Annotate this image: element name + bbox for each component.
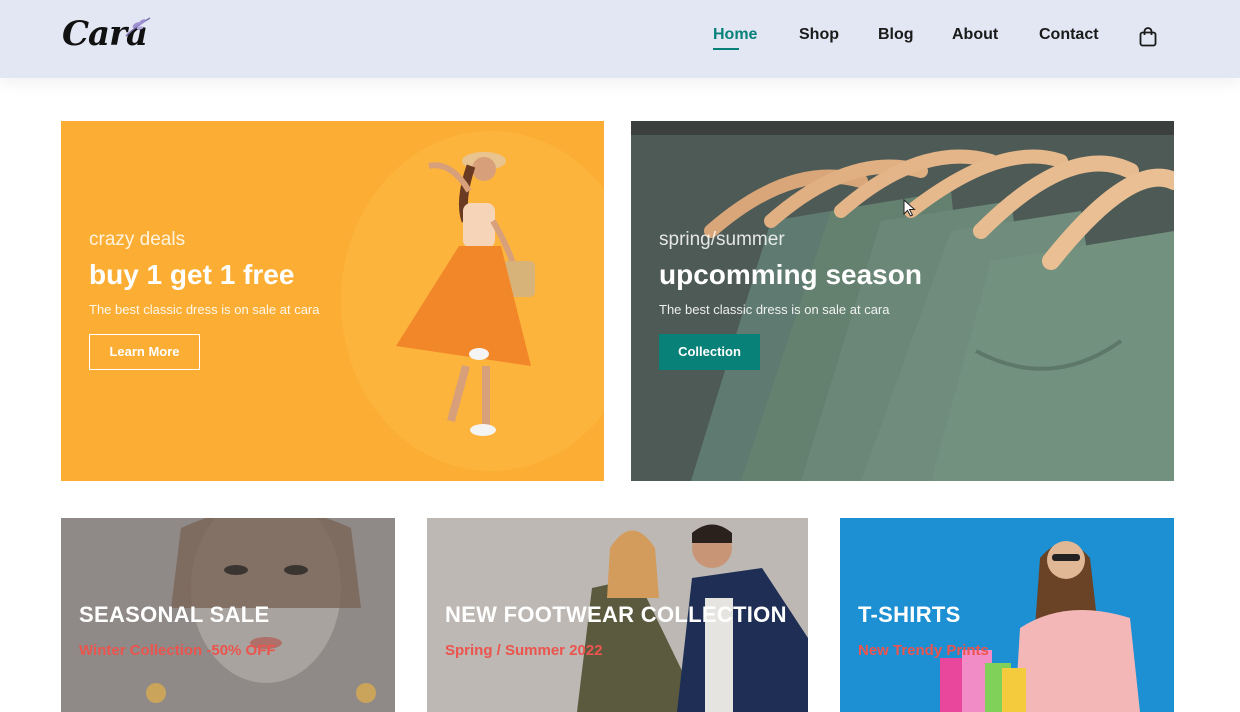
nav-active-indicator bbox=[713, 48, 739, 50]
banner-title: T-SHIRTS bbox=[858, 602, 961, 627]
nav-contact[interactable]: Contact bbox=[1039, 26, 1099, 44]
banner-title: NEW FOOTWEAR COLLECTION bbox=[445, 602, 787, 627]
footwear-collection-banner[interactable]: NEW FOOTWEAR COLLECTION Spring / Summer … bbox=[427, 518, 808, 712]
nav-shop[interactable]: Shop bbox=[799, 26, 839, 44]
banner-subtitle: Winter Collection -50% OFF bbox=[79, 642, 276, 659]
site-header: Cara Home Shop Blog About Contact bbox=[0, 0, 1240, 78]
tshirts-banner[interactable]: T-SHIRTS New Trendy Prints bbox=[840, 518, 1174, 712]
banner-pre-text: crazy deals bbox=[89, 229, 186, 250]
banner-subtitle: Spring / Summer 2022 bbox=[445, 642, 603, 659]
banner-description: The best classic dress is on sale at car… bbox=[659, 302, 890, 317]
nav-home[interactable]: Home bbox=[713, 26, 757, 44]
banner-title: buy 1 get 1 free bbox=[89, 259, 295, 290]
banner-title: SEASONAL SALE bbox=[79, 602, 270, 627]
banner-description: The best classic dress is on sale at car… bbox=[89, 302, 320, 317]
main-nav: Home Shop Blog About Contact bbox=[0, 26, 1240, 56]
collection-button[interactable]: Collection bbox=[659, 334, 760, 370]
banner-pre-text: spring/summer bbox=[659, 229, 785, 250]
learn-more-button[interactable]: Learn More bbox=[89, 334, 200, 370]
nav-blog[interactable]: Blog bbox=[878, 26, 914, 44]
shopping-bag-icon[interactable] bbox=[1139, 27, 1157, 47]
promo-banner-deals: crazy deals buy 1 get 1 free The best cl… bbox=[61, 121, 604, 481]
mouse-cursor-icon bbox=[903, 199, 916, 217]
banner-title: upcomming season bbox=[659, 259, 922, 290]
model-figure-image bbox=[341, 131, 604, 471]
seasonal-sale-banner[interactable]: SEASONAL SALE Winter Collection -50% OFF bbox=[61, 518, 395, 712]
promo-banner-season: spring/summer upcomming season The best … bbox=[631, 121, 1174, 481]
nav-about[interactable]: About bbox=[952, 26, 998, 44]
hanging-shirts-image bbox=[631, 121, 1174, 481]
banner-subtitle: New Trendy Prints bbox=[858, 642, 989, 659]
